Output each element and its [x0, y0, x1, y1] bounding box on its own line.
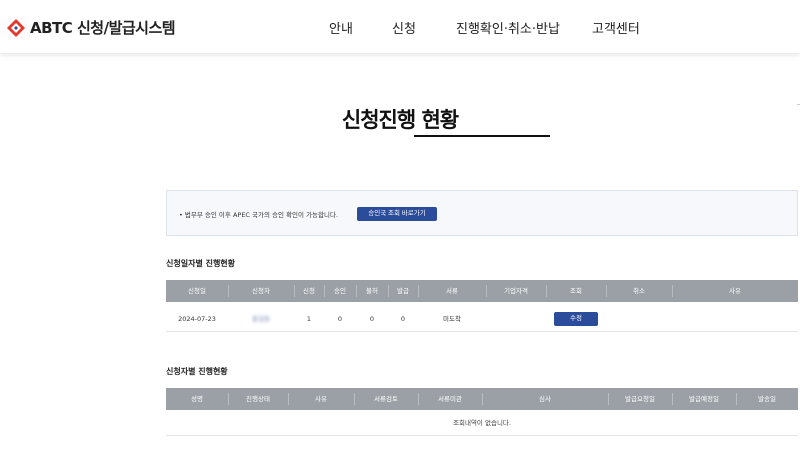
col-reason: 사유 — [729, 287, 741, 295]
col-issue-request-date: 발급요청일 — [625, 395, 655, 403]
col-status: 진행상태 — [246, 395, 270, 403]
abtc-logo-icon — [7, 18, 25, 37]
table-header-by-applicant: 성명 진행상태 사유 서류검토 서류미관 심사 발급요청일 발급예정일 발송일 — [166, 388, 798, 410]
edit-button[interactable]: 수정 — [554, 312, 598, 326]
title-underline — [414, 135, 550, 137]
col-issued: 발급 — [397, 287, 409, 295]
col-denied: 불허 — [366, 287, 378, 295]
nav-guide[interactable]: 안내 — [329, 18, 353, 37]
cell-approved: 0 — [337, 315, 343, 323]
col-company-qualification: 기업자격 — [504, 287, 528, 295]
cell-applicant: 홍길동 — [252, 315, 270, 323]
col-view: 조회 — [570, 287, 582, 295]
logo[interactable]: ABTC 신청/발급시스템 — [6, 17, 176, 38]
col-apply: 신청 — [303, 287, 315, 295]
approval-country-button[interactable]: 승인국 조회 바로가기 — [357, 207, 437, 221]
col-date: 신청일 — [188, 287, 206, 295]
cell-issued: 0 — [400, 315, 406, 323]
col-approved: 승인 — [334, 287, 346, 295]
empty-message: 조회내역이 없습니다. — [453, 419, 511, 427]
site-header: ABTC 신청/발급시스템 안내 신청 진행확인·취소·반납 고객센터 — [0, 0, 800, 53]
col-cancel: 취소 — [633, 287, 645, 295]
notice-text: • 법무부 승인 이후 APEC 국가의 승인 확인이 가능합니다. — [179, 211, 339, 219]
col-ship-date: 발송일 — [758, 395, 776, 403]
table-header-by-date: 신청일 신청자 신청 승인 불허 발급 서류 기업자격 조회 취소 사유 — [166, 280, 798, 302]
cell-date: 2024-07-23 — [178, 315, 216, 323]
section-title-by-applicant: 신청자별 진행현황 — [166, 367, 228, 376]
cell-apply: 1 — [306, 315, 312, 323]
nav-support[interactable]: 고객센터 — [592, 18, 640, 37]
notice-box: • 법무부 승인 이후 APEC 국가의 승인 확인이 가능합니다. 승인국 조… — [166, 190, 798, 236]
section-title-by-date: 신청일자별 진행현황 — [166, 259, 236, 268]
col-reason: 사유 — [315, 395, 327, 403]
col-doc-missing: 서류미관 — [438, 395, 462, 403]
page-title: 신청진행 현황 — [341, 108, 459, 132]
col-doc-review: 서류검토 — [374, 395, 398, 403]
cell-docs: 미도착 — [443, 315, 461, 323]
col-docs: 서류 — [446, 287, 458, 295]
col-name: 성명 — [191, 395, 203, 403]
table-row: 2024-07-23 홍길동 1 0 0 0 미도착 수정 — [166, 306, 798, 332]
col-review: 심사 — [539, 395, 551, 403]
col-issue-expected-date: 발급예정일 — [689, 395, 719, 403]
cell-denied: 0 — [369, 315, 375, 323]
logo-text: ABTC 신청/발급시스템 — [30, 19, 176, 37]
nav-apply[interactable]: 신청 — [392, 18, 416, 37]
nav-progress[interactable]: 진행확인·취소·반납 — [456, 18, 560, 37]
empty-row: 조회내역이 없습니다. — [166, 410, 798, 436]
col-applicant: 신청자 — [252, 287, 270, 295]
